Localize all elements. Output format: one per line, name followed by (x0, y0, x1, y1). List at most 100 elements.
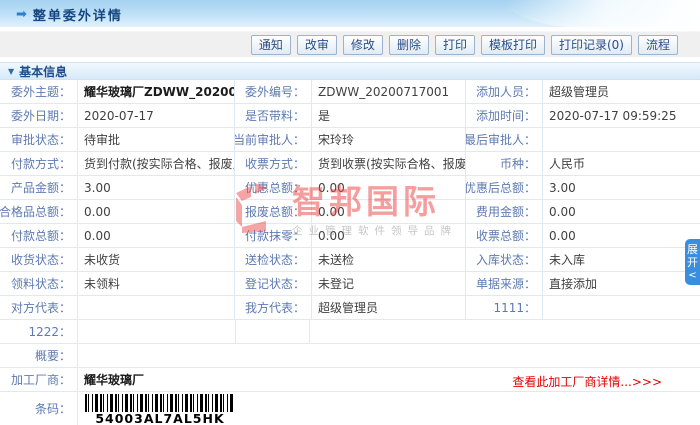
field-value: 3.00 (78, 176, 235, 199)
barcode-stripes-image (85, 394, 235, 412)
field-label: 合格品总额： (0, 200, 78, 223)
field-label: 收票总额： (466, 224, 543, 247)
field-label: 最后审批人： (466, 128, 543, 151)
field-value: 超级管理员 (312, 296, 466, 319)
field-label: 添加时间： (466, 104, 543, 127)
field-label: 1111： (466, 296, 543, 319)
field-value: 未领料 (78, 272, 235, 295)
expand-tab-char: 开 (687, 256, 698, 269)
field-value (543, 128, 700, 151)
field-label: 委外主题： (0, 80, 78, 103)
field-label: 收货状态： (0, 248, 78, 271)
field-value: 未收货 (78, 248, 235, 271)
modify-button[interactable]: 修改 (342, 34, 383, 55)
field-label: 登记状态： (235, 272, 312, 295)
field-value: 0.00 (78, 200, 235, 223)
field-value (543, 296, 700, 319)
field-value (78, 320, 236, 343)
section-title: 基本信息 (19, 64, 68, 79)
field-label: 付款总额： (0, 224, 78, 247)
field-label: 当前审批人： (235, 128, 312, 151)
field-label: 费用金额： (466, 200, 543, 223)
field-label: 入库状态： (466, 248, 543, 271)
field-value: 0.00 (312, 200, 466, 223)
field-value: 直接添加 (549, 277, 598, 291)
field-label: 审批状态： (0, 128, 78, 151)
field-label: 概要： (0, 344, 78, 367)
vendor-name: 耀华玻璃厂 (84, 373, 145, 387)
field-value: 货到收票(按实际合格、报废入库数量生成) (312, 152, 466, 175)
expand-tab-char: 展 (687, 243, 698, 256)
page-banner: ➡ 整单委外详情 (0, 0, 700, 28)
field-label: 单据来源： (466, 272, 543, 295)
field-label: 委外编号： (235, 80, 312, 103)
field-label: 我方代表： (235, 296, 312, 319)
table-row: 收货状态： 未收货 送检状态： 未送检 入库状态： 未入库 (0, 248, 700, 272)
field-value (78, 296, 235, 319)
chevron-left-icon: < (688, 270, 697, 281)
field-value: ZDWW_20200717001 (312, 80, 466, 103)
field-label: 优惠总额： (235, 176, 312, 199)
table-row-vendor: 加工厂商： 耀华玻璃厂 查看此加工厂商详情...>>> (0, 368, 700, 392)
table-row-custom-1222: 1222： (0, 320, 700, 344)
table-row: 审批状态： 待审批 当前审批人： 宋玲玲 最后审批人： (0, 128, 700, 152)
print-button[interactable]: 打印 (434, 34, 475, 55)
table-row: 领料状态： 未领料 登记状态： 未登记 单据来源： 直接添加 (0, 272, 700, 296)
field-value: 2020-07-17 (78, 104, 235, 127)
table-row: 产品金额： 3.00 优惠总额： 0.00 优惠后总额： 3.00 (0, 176, 700, 200)
field-value: 0.00 (312, 224, 466, 247)
field-value: 0.00 (549, 204, 576, 219)
field-value (78, 344, 700, 367)
field-label: 付款方式： (0, 152, 78, 175)
table-row: 付款方式： 货到付款(按实际合格、报废入库数量生成) 收票方式： 货到收票(按实… (0, 152, 700, 176)
field-value: 2020-07-17 09:59:25 (549, 108, 677, 123)
field-label: 1222： (0, 320, 78, 343)
basic-info-section-header[interactable]: ▼ 基本信息 (0, 62, 700, 80)
field-value: 未登记 (312, 272, 466, 295)
table-row: 合格品总额： 0.00 报废总额： 0.00 费用金额： 0.00 (0, 200, 700, 224)
field-label: 对方代表： (0, 296, 78, 319)
field-value: 3.00 (549, 180, 576, 195)
field-label: 收票方式： (235, 152, 312, 175)
field-value: 未送检 (312, 248, 466, 271)
field-value: 人民币 (549, 157, 586, 171)
field-label: 加工厂商： (0, 368, 78, 391)
table-row: 委外主题： 耀华玻璃厂ZDWW_20200717001 委外编号： ZDWW_2… (0, 80, 700, 104)
reaudit-button[interactable]: 改审 (296, 34, 337, 55)
outsourcing-detail-page: ➡ 整单委外详情 通知 改审 修改 删除 打印 模板打印 打印记录(0) 流程 … (0, 0, 700, 425)
table-row: 付款总额： 0.00 付款抹零： 0.00 收票总额： 0.00 (0, 224, 700, 248)
print-record-button[interactable]: 打印记录(0) (550, 34, 632, 55)
view-vendor-details-link[interactable]: 查看此加工厂商详情...>>> (512, 373, 662, 390)
field-label: 是否带料： (235, 104, 312, 127)
field-label: 付款抹零： (235, 224, 312, 247)
field-label: 产品金额： (0, 176, 78, 199)
field-label: 条码： (0, 392, 78, 425)
field-label: 报废总额： (235, 200, 312, 223)
notify-button[interactable]: 通知 (250, 34, 291, 55)
field-value: 耀华玻璃厂ZDWW_20200717001 (78, 80, 235, 103)
field-value: 0.00 (549, 228, 576, 243)
field-label: 优惠后总额： (466, 176, 543, 199)
field-label: 添加人员： (466, 80, 543, 103)
field-label: 币种： (466, 152, 543, 175)
field-value: 待审批 (78, 128, 235, 151)
table-row: 对方代表： 我方代表： 超级管理员 1111： (0, 296, 700, 320)
workflow-button[interactable]: 流程 (637, 34, 678, 55)
toolbar: 通知 改审 修改 删除 打印 模板打印 打印记录(0) 流程 (0, 31, 700, 57)
field-value: 是 (312, 104, 466, 127)
barcode-text: 54003AL7AL5HK (95, 411, 225, 425)
template-print-button[interactable]: 模板打印 (480, 34, 545, 55)
basic-info-table: 委外主题： 耀华玻璃厂ZDWW_20200717001 委外编号： ZDWW_2… (0, 80, 700, 425)
field-value: 货到付款(按实际合格、报废入库数量生成) (78, 152, 235, 175)
delete-button[interactable]: 删除 (388, 34, 429, 55)
expand-panel-tab[interactable]: 展 开 < (685, 239, 700, 285)
empty-cell (310, 320, 700, 343)
field-value: 0.00 (312, 176, 466, 199)
table-row-summary: 概要： (0, 344, 700, 368)
field-value: 未入库 (549, 253, 586, 267)
empty-cell (236, 320, 310, 343)
table-row: 委外日期： 2020-07-17 是否带料： 是 添加时间： 2020-07-1… (0, 104, 700, 128)
page-title-wrap: ➡ 整单委外详情 (16, 5, 123, 25)
table-row-barcode: 条码： 54003AL7AL5HK (0, 392, 700, 425)
field-value: 宋玲玲 (312, 128, 466, 151)
